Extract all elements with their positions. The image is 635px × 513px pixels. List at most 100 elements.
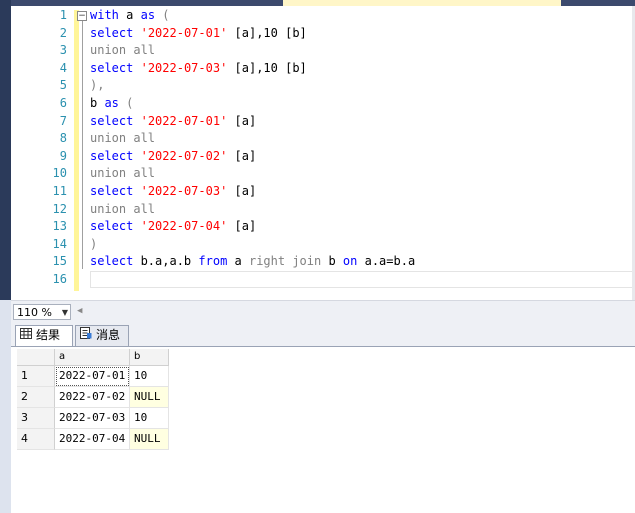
code-token: union all xyxy=(90,131,156,146)
line-number: 12 xyxy=(52,201,67,216)
tab-results-label: 结果 xyxy=(36,328,61,342)
code-token: '2022-07-03' xyxy=(140,184,228,198)
line-number-gutter: 1 2 3 4 5 6 7 8 9 10 11 12 13 14 15 16 xyxy=(11,6,71,300)
code-token: select xyxy=(90,25,134,40)
grid-cell-b[interactable]: 10 xyxy=(130,408,169,429)
code-token: select xyxy=(90,254,134,269)
code-line[interactable]: select '2022-07-01' [a],10 [b] xyxy=(90,25,307,43)
code-token: '2022-07-02' xyxy=(140,148,228,163)
row-header[interactable]: 1 xyxy=(17,366,55,387)
code-token: on xyxy=(342,254,358,269)
code-token: [a] xyxy=(227,219,257,234)
column-header-b[interactable]: b xyxy=(130,349,169,366)
collapse-region-icon[interactable]: − xyxy=(77,11,87,21)
line-number: 1 xyxy=(59,8,67,22)
grid-cell-a[interactable]: 2022-07-02 xyxy=(55,387,130,408)
grid-cell-a[interactable]: 2022-07-03 xyxy=(55,408,130,429)
scroll-left-icon[interactable]: ◀ xyxy=(77,306,82,316)
line-number: 9 xyxy=(59,148,67,163)
grid-cell-a[interactable]: 2022-07-01 xyxy=(55,366,130,387)
chevron-down-icon: ▼ xyxy=(61,308,68,317)
line-number: 13 xyxy=(52,219,67,234)
outline-region-line xyxy=(82,21,83,269)
tab-results[interactable]: 结果 xyxy=(15,325,73,346)
line-number: 14 xyxy=(52,236,67,251)
code-token: union all xyxy=(90,166,156,181)
code-token: union all xyxy=(90,43,156,58)
code-token: select xyxy=(90,113,134,128)
code-line[interactable]: select '2022-07-02' [a] xyxy=(90,148,256,166)
code-token: ( xyxy=(155,8,170,22)
line-number: 8 xyxy=(59,131,67,146)
code-token: b xyxy=(321,254,343,269)
code-token: union all xyxy=(90,201,156,216)
line-number: 15 xyxy=(52,254,67,269)
sql-editor[interactable]: 1 2 3 4 5 6 7 8 9 10 11 12 13 14 15 16 − with a as (sel… xyxy=(11,6,635,300)
code-line[interactable]: with a as ( xyxy=(90,7,170,25)
code-token: a.a=b.a xyxy=(357,254,416,269)
grid-cell-b[interactable]: NULL xyxy=(130,429,169,450)
code-line[interactable]: select '2022-07-03' [a] xyxy=(90,183,256,201)
line-number: 10 xyxy=(52,166,67,181)
code-line[interactable]: ) xyxy=(90,236,97,254)
zoom-dropdown[interactable]: 110 % ▼ xyxy=(13,304,71,320)
messages-icon xyxy=(80,326,92,345)
change-tracking-bar xyxy=(74,10,79,291)
editor-status-row: 110 % ▼ ◀ xyxy=(11,300,635,323)
line-number: 3 xyxy=(59,43,67,58)
code-token: as xyxy=(104,96,119,110)
code-token: [a],10 [b] xyxy=(227,25,307,40)
current-line-highlight xyxy=(90,271,635,288)
code-line[interactable]: b as ( xyxy=(90,95,133,113)
code-token: as xyxy=(140,8,156,22)
code-line[interactable]: union all xyxy=(90,201,155,219)
code-token: ( xyxy=(118,96,134,110)
grid-corner[interactable] xyxy=(17,349,55,366)
code-line[interactable]: ), xyxy=(90,77,104,95)
line-number: 11 xyxy=(52,184,67,198)
code-token: right join xyxy=(248,254,322,269)
grid-cell-b[interactable]: 10 xyxy=(130,366,169,387)
grid-cell-b[interactable]: NULL xyxy=(130,387,169,408)
line-number: 6 xyxy=(59,96,67,110)
code-token: [a] xyxy=(227,148,257,163)
row-header[interactable]: 4 xyxy=(17,429,55,450)
results-grid[interactable]: a b 1 2022-07-01 10 2 2022-07-02 NULL 3 2022-07… xyxy=(11,347,635,513)
code-line[interactable]: select b.a,a.b from a right join b on a.… xyxy=(90,253,415,271)
tab-messages[interactable]: 消息 xyxy=(75,325,129,346)
window-frame-left-lower xyxy=(0,300,11,513)
grid-cell-a[interactable]: 2022-07-04 xyxy=(55,429,130,450)
code-line[interactable]: union all xyxy=(90,165,155,183)
code-token: b xyxy=(90,96,105,110)
code-token: select xyxy=(90,148,134,163)
grid-icon xyxy=(20,326,32,345)
code-token: '2022-07-04' xyxy=(140,219,228,234)
code-token: '2022-07-03' xyxy=(140,60,228,75)
code-line[interactable]: select '2022-07-03' [a],10 [b] xyxy=(90,60,307,78)
code-token: '2022-07-01' xyxy=(140,25,228,40)
code-token: select xyxy=(90,184,134,198)
code-token: with xyxy=(90,8,119,22)
code-token: select xyxy=(90,60,134,75)
code-token: a xyxy=(227,254,249,269)
line-number: 7 xyxy=(59,113,67,128)
column-header-a[interactable]: a xyxy=(55,349,130,366)
line-number: 5 xyxy=(59,78,67,93)
code-line[interactable]: select '2022-07-01' [a] xyxy=(90,113,256,131)
code-token: select xyxy=(90,219,134,234)
code-token: '2022-07-01' xyxy=(140,113,228,128)
code-line[interactable]: select '2022-07-04' [a] xyxy=(90,218,256,236)
row-header[interactable]: 2 xyxy=(17,387,55,408)
code-line[interactable]: union all xyxy=(90,130,155,148)
zoom-value: 110 % xyxy=(17,306,52,319)
row-header[interactable]: 3 xyxy=(17,408,55,429)
code-token: a xyxy=(118,8,141,22)
code-token: [a],10 [b] xyxy=(227,60,307,75)
code-line[interactable]: union all xyxy=(90,42,155,60)
line-number: 2 xyxy=(59,25,67,40)
